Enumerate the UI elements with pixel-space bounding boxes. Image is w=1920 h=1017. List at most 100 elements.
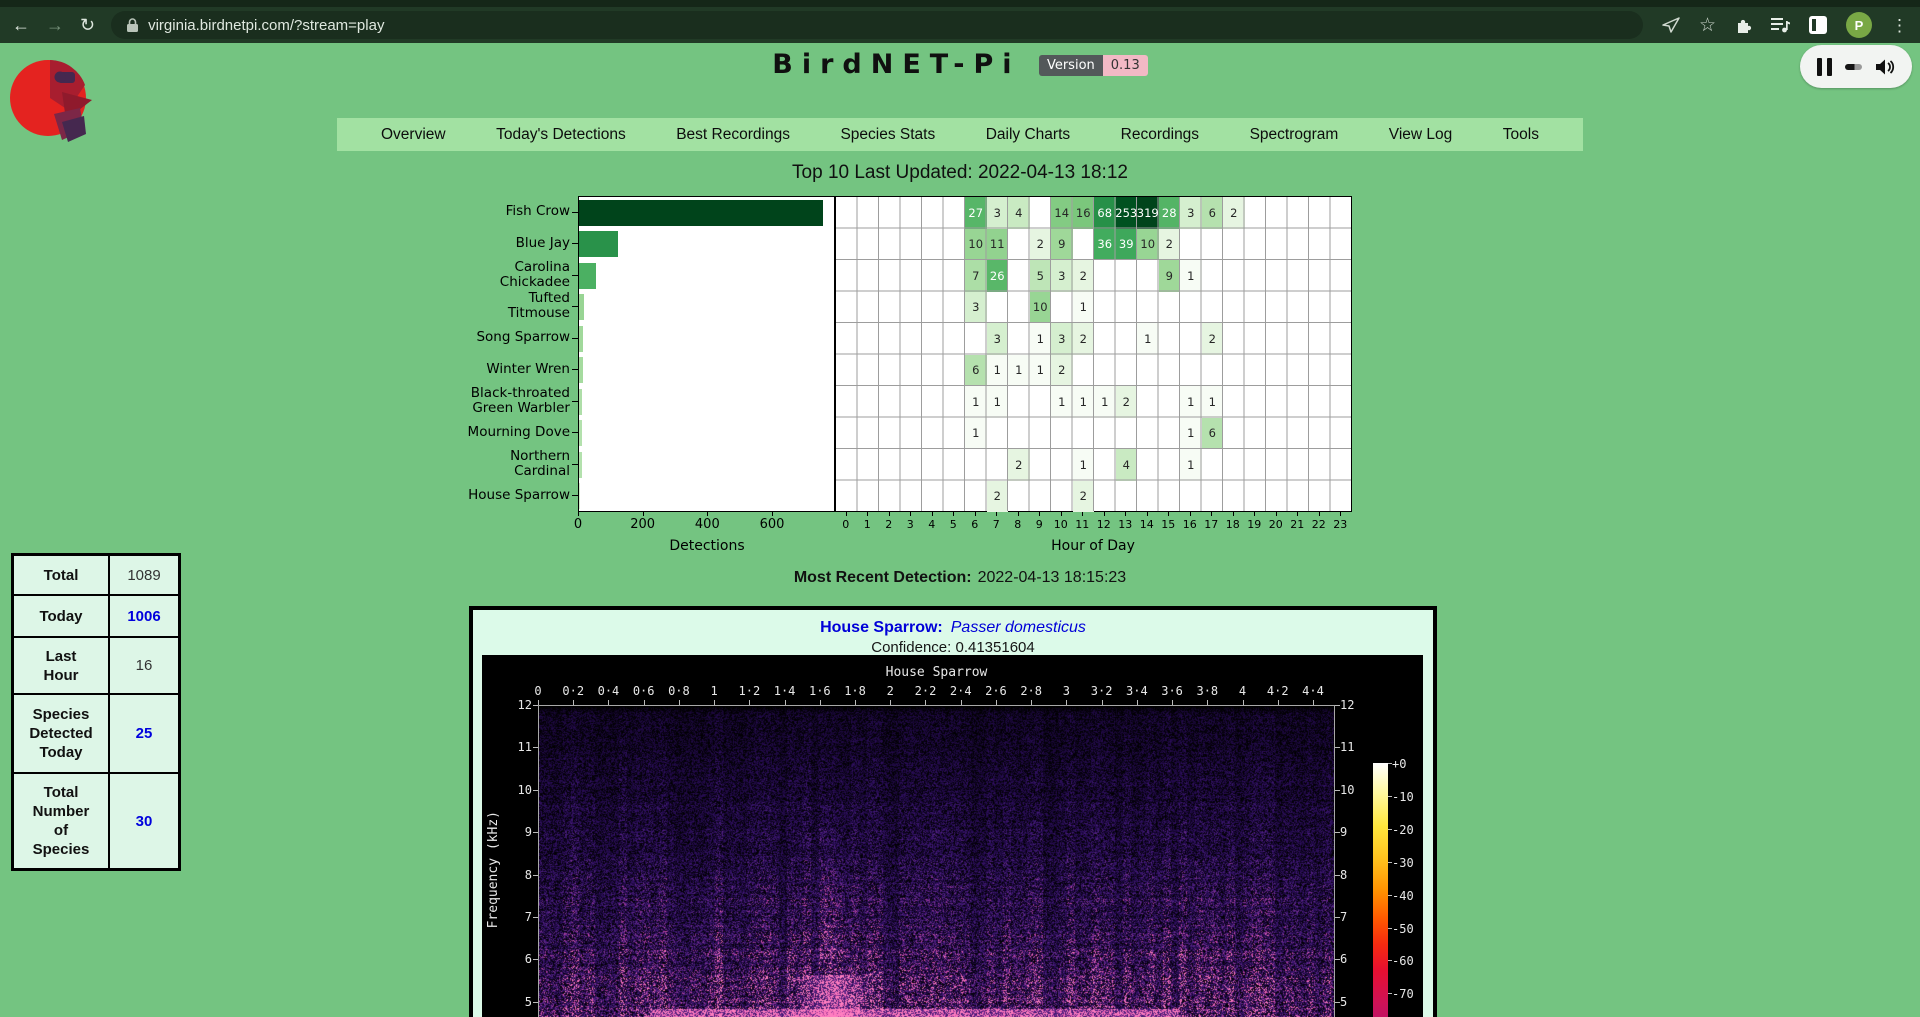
forward-icon[interactable]: → [46, 16, 64, 34]
heatmap-value: 1 [965, 386, 987, 418]
hour-tick-mark [846, 512, 847, 516]
hour-tick-mark [1233, 512, 1234, 516]
freq-tick-right: 12 [1340, 698, 1370, 712]
heatmap-value: 2 [1051, 355, 1073, 387]
colorbar-tick: -50 [1392, 922, 1414, 936]
species-label: Winter Wren [465, 354, 570, 386]
hour-tick-mark [932, 512, 933, 516]
hour-tick-mark [953, 512, 954, 516]
heatmap-value: 1 [1008, 355, 1030, 387]
stats-row: Today1006 [13, 595, 180, 637]
hour-tick: 11 [1072, 518, 1094, 531]
heatmap-value: 1 [1030, 323, 1052, 355]
heatmap-value: 1 [1180, 449, 1202, 481]
frequency-axis-label: Frequency (kHz) [482, 705, 504, 1017]
address-bar[interactable]: virginia.birdnetpi.com/?stream=play [111, 11, 1643, 39]
heatmap-value: 16 [1073, 197, 1095, 229]
nav-item-overview[interactable]: Overview [381, 126, 446, 144]
hour-tick: 15 [1158, 518, 1180, 531]
freq-tick-mark [533, 959, 538, 960]
heatmap-value: 1 [1094, 386, 1116, 418]
menu-kebab-icon[interactable]: ⋮ [1891, 17, 1908, 34]
spectrogram: House Sparrow Frequency (kHz) 00·20·40·6… [482, 655, 1423, 1017]
heatmap-value: 319 [1137, 197, 1159, 229]
tab-strip [0, 0, 1920, 7]
playlist-icon[interactable] [1771, 17, 1790, 33]
bar-0 [579, 200, 823, 226]
freq-tick-right: 6 [1340, 952, 1370, 966]
heatmap-value: 2 [1116, 386, 1138, 418]
nav-item-spectrogram[interactable]: Spectrogram [1250, 126, 1339, 144]
detection-confidence-line: Confidence: 0.41351604 [473, 639, 1433, 656]
volume-icon[interactable] [1875, 58, 1895, 76]
time-tick-mark [1172, 700, 1173, 705]
colorbar-tick: -20 [1392, 823, 1414, 837]
nav-item-view-log[interactable]: View Log [1389, 126, 1452, 144]
time-tick-mark [996, 700, 997, 705]
freq-tick-mark [533, 790, 538, 791]
freq-tick-mark [1335, 790, 1340, 791]
time-tick-mark [608, 700, 609, 705]
hour-tick: 23 [1330, 518, 1352, 531]
nav-item-today-s-detections[interactable]: Today's Detections [496, 126, 626, 144]
bar-axis-tick-mark [578, 512, 579, 516]
time-tick-mark [1243, 700, 1244, 705]
pause-icon[interactable] [1817, 58, 1832, 76]
nav-item-tools[interactable]: Tools [1503, 126, 1539, 144]
heatmap-value: 6 [1202, 197, 1224, 229]
spectrogram-colorbar [1373, 763, 1388, 1017]
species-link[interactable]: House Sparrow: [820, 619, 943, 636]
time-tick-mark [785, 700, 786, 705]
version-label: Version [1039, 55, 1103, 76]
heatmap-value: 2 [1073, 323, 1095, 355]
heatmap-value: 2 [1159, 229, 1181, 261]
heatmap-value: 2 [1202, 323, 1224, 355]
stats-label: Today [13, 595, 110, 637]
extensions-icon[interactable] [1735, 17, 1752, 34]
time-tick-mark [890, 700, 891, 705]
most-recent-detection: Most Recent Detection:2022-04-13 18:15:2… [0, 569, 1920, 587]
seek-slider[interactable] [1845, 64, 1862, 70]
stats-value-link[interactable]: 25 [109, 694, 180, 773]
browser-toolbar: ← → ↻ virginia.birdnetpi.com/?stream=pla… [0, 7, 1920, 43]
species-label: Black-throatedGreen Warbler [465, 385, 570, 417]
recent-label: Most Recent Detection: [794, 569, 972, 586]
nav-item-species-stats[interactable]: Species Stats [840, 126, 935, 144]
hour-tick-mark [1104, 512, 1105, 516]
side-panel-icon[interactable] [1809, 16, 1827, 34]
heatmap-value: 14 [1051, 197, 1073, 229]
top10-chart: Fish CrowBlue JayCarolinaChickadeeTufted… [465, 196, 1425, 561]
stats-value-link[interactable]: 1006 [109, 595, 180, 637]
heatmap-value: 26 [987, 260, 1009, 292]
hour-tick-mark [1319, 512, 1320, 516]
hour-tick-mark [1125, 512, 1126, 516]
heatmap-value: 1 [1073, 386, 1095, 418]
hour-tick-mark [996, 512, 997, 516]
heatmap-value: 3 [987, 323, 1009, 355]
stats-value-link[interactable]: 30 [109, 773, 180, 870]
nav-item-best-recordings[interactable]: Best Recordings [676, 126, 790, 144]
heatmap-value: 11 [987, 229, 1009, 261]
back-icon[interactable]: ← [12, 16, 30, 34]
bar-axis-tick: 400 [682, 517, 732, 532]
species-label: Song Sparrow [465, 322, 570, 354]
nav-item-daily-charts[interactable]: Daily Charts [986, 126, 1070, 144]
nav-item-recordings[interactable]: Recordings [1121, 126, 1199, 144]
send-icon[interactable] [1662, 17, 1680, 33]
hour-tick-mark [889, 512, 890, 516]
bar-3 [579, 294, 584, 320]
audio-player[interactable] [1800, 45, 1912, 88]
time-tick: 4·2 [1258, 684, 1298, 698]
heatmap-value: 5 [1030, 260, 1052, 292]
heatmap-value: 3 [1180, 197, 1202, 229]
main-nav: Overview Today's Detections Best Recording… [337, 118, 1583, 151]
profile-avatar[interactable]: P [1846, 12, 1872, 38]
species-label: Fish Crow [465, 196, 570, 228]
hour-tick-mark [1168, 512, 1169, 516]
bookmark-star-icon[interactable]: ☆ [1699, 16, 1716, 35]
hour-tick: 4 [921, 518, 943, 531]
hour-tick: 6 [964, 518, 986, 531]
colorbar-tick: -10 [1392, 790, 1414, 804]
reload-icon[interactable]: ↻ [80, 16, 95, 34]
heatmap-value: 2 [1223, 197, 1245, 229]
